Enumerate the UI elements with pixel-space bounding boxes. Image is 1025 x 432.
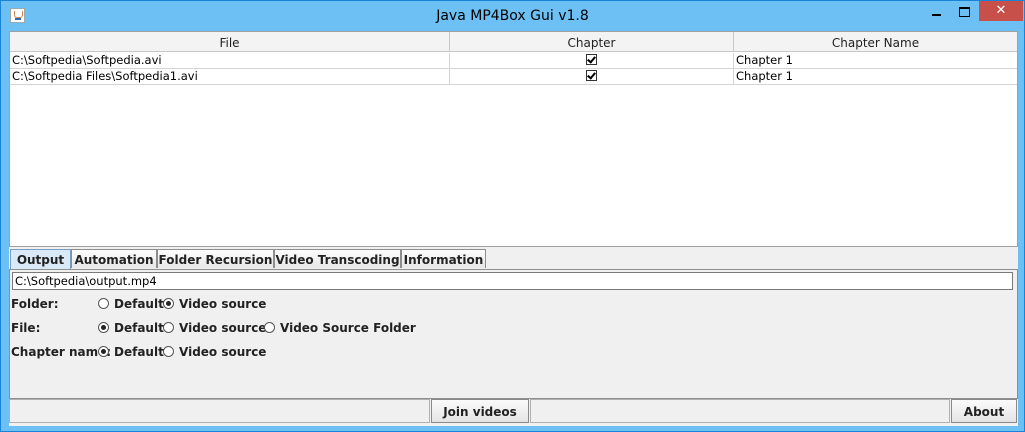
radio-indicator[interactable]	[264, 322, 275, 333]
tab-video-transcoding[interactable]: Video Transcoding	[274, 249, 401, 268]
bar-separator	[530, 399, 950, 423]
tab-bar: Output Automation Folder Recursion Video…	[9, 249, 1018, 269]
maximize-button[interactable]	[951, 1, 977, 21]
radio-indicator[interactable]	[98, 322, 109, 333]
chapter-checkbox[interactable]	[586, 54, 597, 65]
file-default-radio[interactable]: Default	[98, 320, 164, 336]
tab-automation[interactable]: Automation	[71, 249, 157, 268]
radio-indicator[interactable]	[163, 322, 174, 333]
close-button[interactable]: ✕	[979, 1, 1023, 21]
minimize-icon	[931, 13, 941, 16]
radio-indicator[interactable]	[98, 346, 109, 357]
minimize-button[interactable]	[923, 1, 949, 21]
chapter-name-cell[interactable]: Chapter 1	[734, 69, 1017, 85]
close-icon: ✕	[995, 3, 1007, 18]
folder-label: Folder:	[11, 297, 59, 311]
maximize-icon	[958, 6, 970, 17]
chapter-name-cell[interactable]: Chapter 1	[734, 53, 1017, 69]
table-row[interactable]: C:\Softpedia\Softpedia.avi Chapter 1	[10, 53, 1017, 69]
chapter-name-default-radio[interactable]: Default	[98, 344, 164, 360]
column-header-file[interactable]: File	[10, 32, 450, 52]
file-table[interactable]: File Chapter Chapter Name C:\Softpedia\S…	[9, 31, 1018, 247]
chapter-cell[interactable]	[450, 53, 734, 69]
output-panel: C:\Softpedia\output.mp4 Folder: Default …	[9, 269, 1018, 399]
folder-video-source-radio[interactable]: Video source	[163, 296, 266, 312]
tab-information[interactable]: Information	[401, 249, 486, 268]
window-title: Java MP4Box Gui v1.8	[436, 8, 589, 24]
file-label: File:	[11, 321, 41, 335]
tab-output[interactable]: Output	[10, 249, 71, 269]
bar-separator	[9, 399, 430, 423]
button-bar: Join videos About	[9, 399, 1018, 425]
file-video-source-radio[interactable]: Video source	[163, 320, 266, 336]
chapter-cell[interactable]	[450, 69, 734, 85]
tab-folder-recursion[interactable]: Folder Recursion	[157, 249, 274, 268]
output-path-field[interactable]: C:\Softpedia\output.mp4	[12, 272, 1013, 290]
file-cell[interactable]: C:\Softpedia Files\Softpedia1.avi	[10, 69, 450, 85]
file-video-source-folder-radio[interactable]: Video Source Folder	[264, 320, 416, 336]
title-bar[interactable]: Java MP4Box Gui v1.8 ✕	[1, 1, 1024, 31]
file-cell[interactable]: C:\Softpedia\Softpedia.avi	[10, 53, 450, 69]
radio-indicator[interactable]	[98, 298, 109, 309]
chapter-name-label: Chapter name:	[11, 345, 112, 359]
main-content: File Chapter Chapter Name C:\Softpedia\S…	[9, 31, 1018, 426]
column-header-chapter[interactable]: Chapter	[450, 32, 734, 52]
radio-indicator[interactable]	[163, 346, 174, 357]
table-row[interactable]: C:\Softpedia Files\Softpedia1.avi Chapte…	[10, 69, 1017, 85]
radio-indicator[interactable]	[163, 298, 174, 309]
table-header: File Chapter Chapter Name	[10, 32, 1017, 53]
app-window: Java MP4Box Gui v1.8 ✕ File Chapter Chap…	[0, 0, 1025, 432]
column-header-chapter-name[interactable]: Chapter Name	[734, 32, 1017, 52]
chapter-checkbox[interactable]	[586, 70, 597, 81]
about-button[interactable]: About	[951, 399, 1017, 423]
join-videos-button[interactable]: Join videos	[431, 399, 529, 423]
chapter-name-video-source-radio[interactable]: Video source	[163, 344, 266, 360]
folder-default-radio[interactable]: Default	[98, 296, 164, 312]
